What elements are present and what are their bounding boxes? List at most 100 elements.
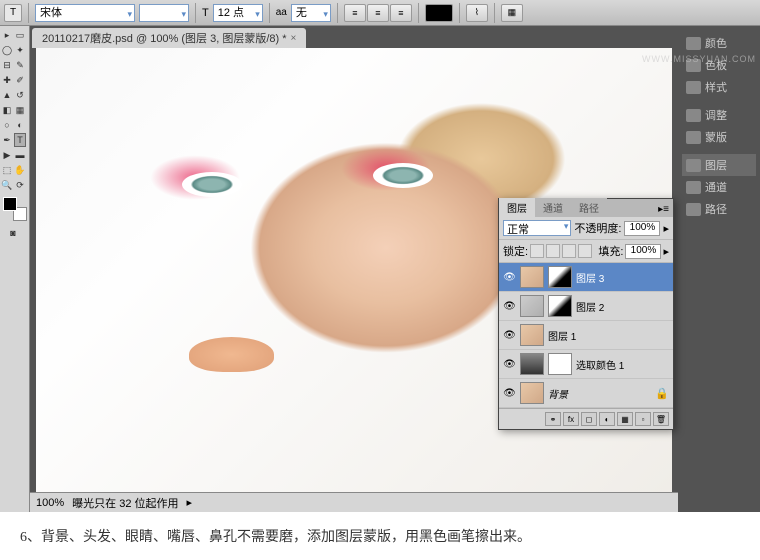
- warp-text-button[interactable]: ⌇: [466, 4, 488, 22]
- fill-menu-icon[interactable]: ▸: [663, 245, 669, 258]
- layer-thumbnail[interactable]: [520, 324, 544, 346]
- brush-tool[interactable]: ✐: [14, 73, 26, 87]
- watermark: WWW.MISSYUAN.COM: [642, 54, 756, 64]
- layer-thumbnail[interactable]: [520, 382, 544, 404]
- color-swatches[interactable]: [3, 197, 27, 221]
- layer-name[interactable]: 背景: [548, 386, 651, 401]
- char-panel-button[interactable]: ▦: [501, 4, 523, 22]
- close-tab-icon[interactable]: ×: [291, 33, 297, 44]
- text-color-swatch[interactable]: [425, 4, 453, 22]
- dock-label: 颜色: [705, 35, 727, 51]
- history-brush-tool[interactable]: ↺: [14, 88, 26, 102]
- tab-layers[interactable]: 图层: [499, 198, 535, 217]
- font-family-select[interactable]: 宋体: [35, 4, 135, 22]
- new-layer-button[interactable]: ▫: [635, 412, 651, 426]
- dodge-tool[interactable]: ◐: [14, 118, 26, 132]
- dock-paths[interactable]: 路径: [682, 198, 756, 220]
- adjustment-thumbnail[interactable]: [520, 353, 544, 375]
- dock-layers[interactable]: 图层: [682, 154, 756, 176]
- lock-all-icon[interactable]: [578, 244, 592, 258]
- mask-thumbnail[interactable]: [548, 266, 572, 288]
- dock-adjustments[interactable]: 调整: [682, 104, 756, 126]
- lock-fill-row: 锁定: 填充: 100% ▸: [499, 240, 673, 263]
- link-layers-button[interactable]: ⚭: [545, 412, 561, 426]
- quickmask-toggle[interactable]: ◙: [1, 226, 25, 240]
- foreground-color[interactable]: [3, 197, 17, 211]
- delete-layer-button[interactable]: 🗑: [653, 412, 669, 426]
- opacity-menu-icon[interactable]: ▸: [663, 222, 669, 235]
- zoom-tool[interactable]: 🔍: [1, 178, 13, 192]
- stamp-tool[interactable]: ▲: [1, 88, 13, 102]
- 3d-tool[interactable]: ⬚: [1, 163, 13, 177]
- tool-preset-icon[interactable]: T: [4, 4, 22, 22]
- layer-row[interactable]: 👁 图层 3: [499, 263, 673, 292]
- layer-row[interactable]: 👁 选取颜色 1: [499, 350, 673, 379]
- layer-thumbnail[interactable]: [520, 295, 544, 317]
- document-tab[interactable]: 20110217磨皮.psd @ 100% (图层 3, 图层蒙版/8) * ×: [32, 28, 306, 48]
- align-center-button[interactable]: ≡: [367, 4, 389, 22]
- wand-tool[interactable]: ✦: [14, 43, 26, 57]
- dock-group-1: 颜色 色板 样式: [680, 30, 758, 100]
- align-left-button[interactable]: ≡: [344, 4, 366, 22]
- layer-name[interactable]: 图层 3: [576, 270, 669, 285]
- layer-row[interactable]: 👁 图层 2: [499, 292, 673, 321]
- visibility-icon[interactable]: 👁: [503, 271, 516, 283]
- layer-thumbnail[interactable]: [520, 266, 544, 288]
- eraser-tool[interactable]: ◧: [1, 103, 13, 117]
- font-size-select[interactable]: 12 点: [213, 4, 263, 22]
- crop-tool[interactable]: ⊟: [1, 58, 13, 72]
- add-mask-button[interactable]: ◻: [581, 412, 597, 426]
- fx-button[interactable]: fx: [563, 412, 579, 426]
- mask-thumbnail[interactable]: [548, 353, 572, 375]
- type-tool[interactable]: T: [14, 133, 26, 147]
- visibility-icon[interactable]: 👁: [503, 387, 516, 399]
- blend-mode-select[interactable]: 正常: [503, 220, 571, 236]
- tab-channels[interactable]: 通道: [535, 198, 571, 217]
- divider: [459, 3, 460, 23]
- dock-channels[interactable]: 通道: [682, 176, 756, 198]
- hand-tool[interactable]: ✋: [14, 163, 26, 177]
- adjustment-layer-button[interactable]: ◐: [599, 412, 615, 426]
- dock-styles[interactable]: 样式: [682, 76, 756, 98]
- layers-panel-footer: ⚭ fx ◻ ◐ ▦ ▫ 🗑: [499, 408, 673, 429]
- layer-name[interactable]: 图层 1: [548, 328, 669, 343]
- visibility-icon[interactable]: 👁: [503, 329, 516, 341]
- heal-tool[interactable]: ✚: [1, 73, 13, 87]
- visibility-icon[interactable]: 👁: [503, 358, 516, 370]
- masks-icon: [686, 131, 701, 144]
- tab-paths[interactable]: 路径: [571, 198, 607, 217]
- toolbox: ▸ ▭ ◯ ✦ ⊟ ✎ ✚ ✐ ▲ ↺ ◧ ▦ ○ ◐ ✒ T ▶ ▬ ⬚ ✋ …: [0, 26, 30, 512]
- lock-label: 锁定:: [503, 243, 528, 259]
- panel-menu-icon[interactable]: ▸≡: [654, 202, 673, 217]
- marquee-tool[interactable]: ▭: [14, 28, 26, 42]
- eyedropper-tool[interactable]: ✎: [14, 58, 26, 72]
- layer-name[interactable]: 选取颜色 1: [576, 357, 669, 372]
- opacity-input[interactable]: 100%: [624, 221, 660, 236]
- move-tool[interactable]: ▸: [1, 28, 13, 42]
- pen-tool[interactable]: ✒: [1, 133, 13, 147]
- align-right-button[interactable]: ≡: [390, 4, 412, 22]
- lock-transparent-icon[interactable]: [530, 244, 544, 258]
- mask-thumbnail[interactable]: [548, 295, 572, 317]
- lasso-tool[interactable]: ◯: [1, 43, 13, 57]
- dock-masks[interactable]: 蒙版: [682, 126, 756, 148]
- status-menu-icon[interactable]: ▸: [187, 496, 193, 509]
- visibility-icon[interactable]: 👁: [503, 300, 516, 312]
- layer-name[interactable]: 图层 2: [576, 299, 669, 314]
- gradient-tool[interactable]: ▦: [14, 103, 26, 117]
- shape-tool[interactable]: ▬: [14, 148, 26, 162]
- dock-color[interactable]: 颜色: [682, 32, 756, 54]
- path-select-tool[interactable]: ▶: [1, 148, 13, 162]
- fill-input[interactable]: 100%: [625, 244, 661, 259]
- lock-pixels-icon[interactable]: [546, 244, 560, 258]
- layer-row[interactable]: 👁 背景 🔒: [499, 379, 673, 408]
- zoom-level[interactable]: 100%: [36, 497, 64, 509]
- antialias-select[interactable]: 无: [291, 4, 331, 22]
- font-style-select[interactable]: [139, 4, 189, 22]
- new-group-button[interactable]: ▦: [617, 412, 633, 426]
- size-icon: T: [202, 7, 209, 19]
- layer-row[interactable]: 👁 图层 1: [499, 321, 673, 350]
- rotate-tool[interactable]: ⟳: [14, 178, 26, 192]
- blur-tool[interactable]: ○: [1, 118, 13, 132]
- lock-position-icon[interactable]: [562, 244, 576, 258]
